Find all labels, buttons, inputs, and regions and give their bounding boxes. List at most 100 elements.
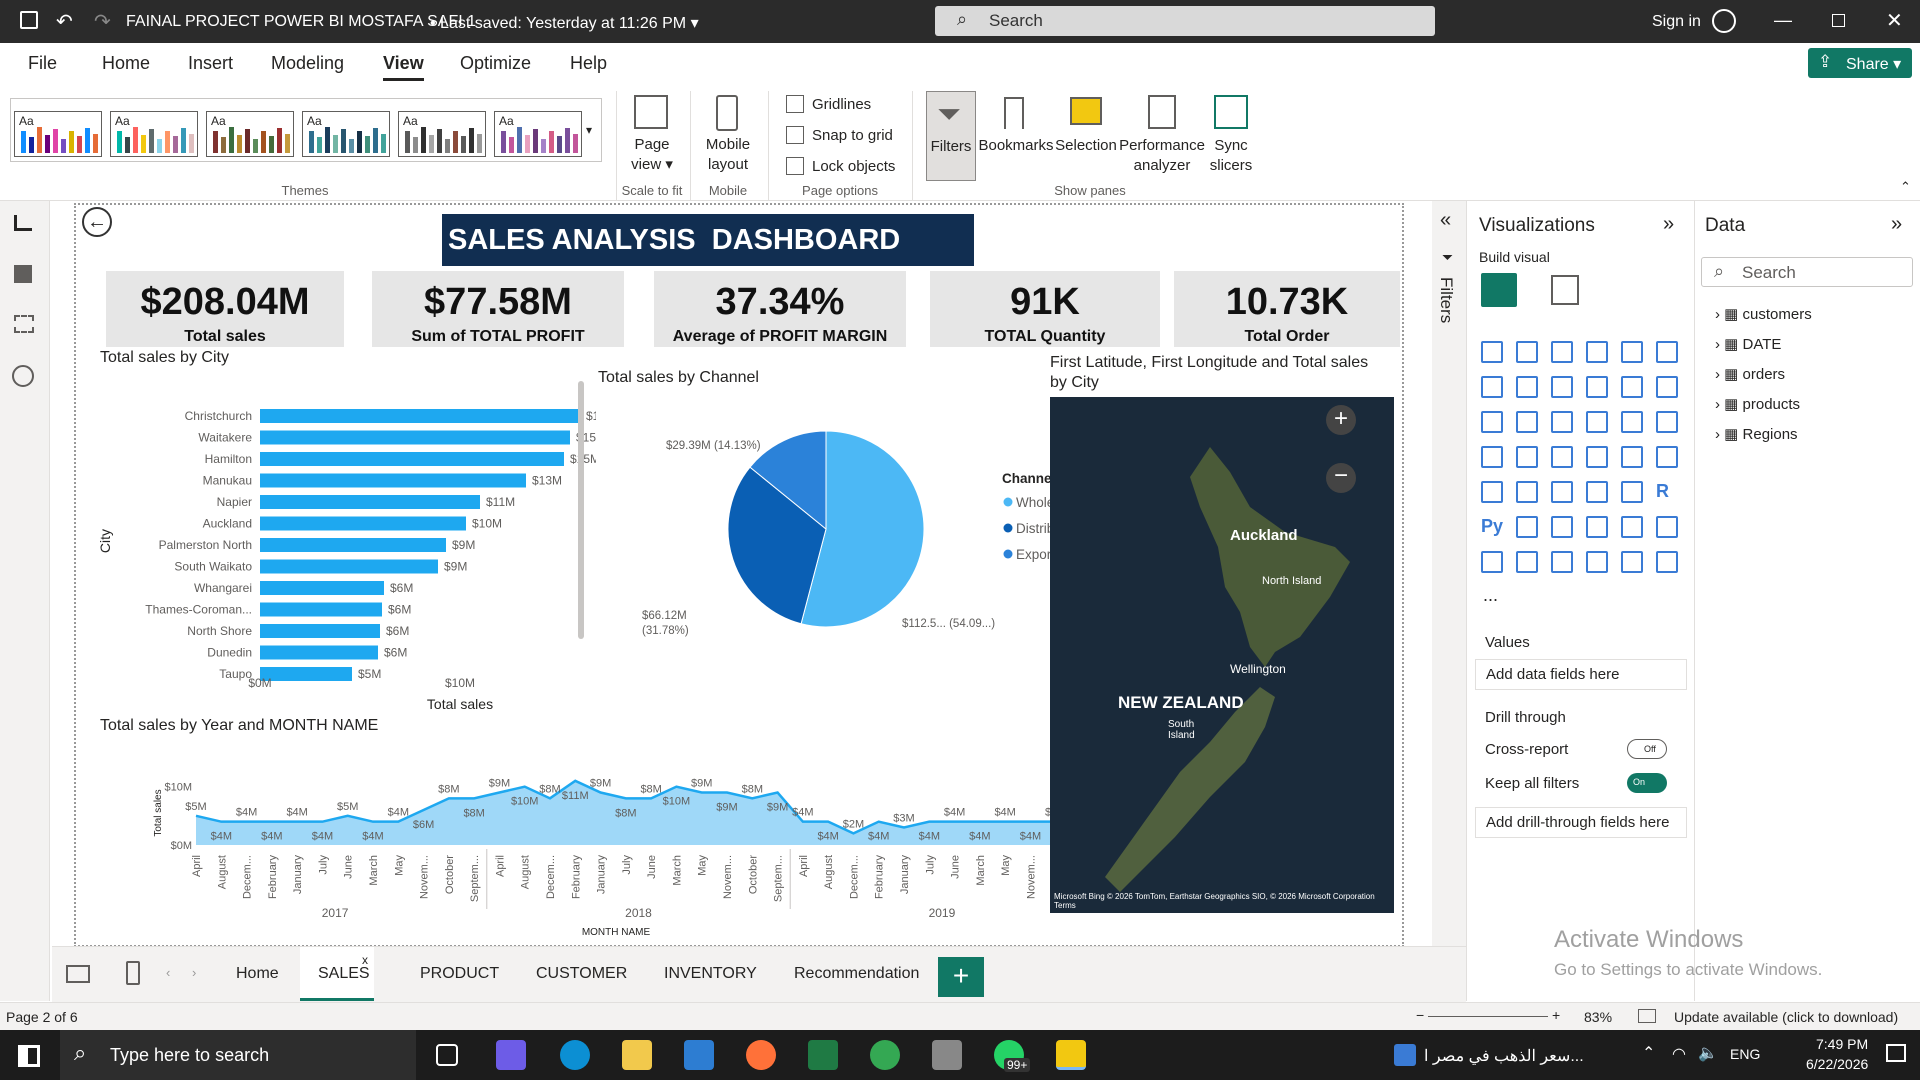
visual-type-icon[interactable] [1551, 446, 1573, 468]
minimize-icon[interactable]: — [1774, 10, 1792, 31]
visual-type-icon[interactable] [1551, 516, 1573, 538]
visual-type-icon[interactable] [1656, 516, 1678, 538]
visual-type-icon[interactable] [1481, 551, 1503, 573]
tab-inventory[interactable]: INVENTORY [664, 965, 757, 983]
page-view-button[interactable]: Page view ▾ [622, 135, 682, 175]
close-icon[interactable]: ✕ [1886, 8, 1903, 33]
visual-type-icon[interactable] [1656, 341, 1678, 363]
visual-type-icon[interactable] [1586, 341, 1608, 363]
visual-type-icon[interactable] [1586, 516, 1608, 538]
windows-start-icon[interactable] [18, 1045, 40, 1067]
table-regions[interactable]: › ▦ Regions [1715, 425, 1798, 443]
visual-type-icon[interactable] [1516, 446, 1538, 468]
task-view-icon[interactable] [436, 1044, 458, 1066]
visual-type-icon[interactable] [1656, 551, 1678, 573]
menu-file[interactable]: File [28, 53, 57, 74]
visual-type-icon[interactable] [1481, 341, 1503, 363]
tab-close-icon[interactable]: x [362, 953, 368, 967]
visual-type-icon[interactable] [1516, 551, 1538, 573]
chrome-icon[interactable] [870, 1040, 900, 1070]
selection-button[interactable]: Selection [1052, 136, 1120, 156]
menu-view[interactable]: View [383, 53, 424, 81]
lock-checkbox[interactable] [786, 157, 804, 175]
year-month-area-chart[interactable]: $5M$4M$4M$4M$4M$4M$5M$4M$4M$6M$8M$8M$9M$… [96, 737, 1086, 938]
share-button[interactable]: ⇪ Share ▾ [1808, 48, 1912, 78]
theme-2[interactable]: Aa [110, 111, 198, 157]
visual-type-icon[interactable] [1621, 551, 1643, 573]
zoom-in-icon[interactable]: + [1326, 405, 1356, 435]
cross-report-toggle[interactable]: Off [1627, 739, 1667, 759]
visual-type-icon[interactable] [1481, 481, 1503, 503]
fit-page-icon[interactable] [1638, 1009, 1656, 1023]
visual-type-icon[interactable] [1656, 446, 1678, 468]
filters-pane-button[interactable]: ⏷ Filters [926, 91, 976, 181]
visual-type-icon[interactable] [1586, 551, 1608, 573]
model-view-icon[interactable] [14, 315, 34, 333]
tab-sales[interactable]: SALES x [300, 947, 374, 1001]
visual-type-icon[interactable] [1621, 516, 1643, 538]
channel-pie-chart[interactable]: $112.5... (54.09...) $66.12M (31.78%) $29.3… [592, 391, 1052, 661]
mobile-layout-icon[interactable] [126, 961, 140, 985]
sign-in-link[interactable]: Sign in [1652, 13, 1701, 31]
tab-recommendation[interactable]: Recommendation [794, 965, 919, 983]
visual-type-icon[interactable] [1551, 481, 1573, 503]
visual-type-icon[interactable] [1551, 551, 1573, 573]
themes-expand-icon[interactable]: ▾ [586, 123, 592, 137]
tab-customer[interactable]: CUSTOMER [536, 965, 627, 983]
data-search-input[interactable]: ⌕ Search [1701, 257, 1913, 287]
visual-type-icon[interactable]: Py [1481, 516, 1503, 538]
app-icon[interactable] [932, 1040, 962, 1070]
network-icon[interactable]: ◠ [1672, 1044, 1686, 1064]
visual-type-icon[interactable] [1481, 446, 1503, 468]
filters-pane-collapsed[interactable]: « ⏷ Filters [1432, 201, 1466, 1001]
edge-icon[interactable] [560, 1040, 590, 1070]
theme-3[interactable]: Aa [206, 111, 294, 157]
news-ticker[interactable]: سعر الذهب في مصر ا... [1424, 1046, 1584, 1066]
map-terms-link[interactable]: Terms [1054, 901, 1076, 910]
tray-chevron-icon[interactable]: ⌃ [1642, 1043, 1655, 1063]
keep-filters-toggle[interactable]: On [1627, 773, 1667, 793]
copilot-icon[interactable] [496, 1040, 526, 1070]
visual-type-icon[interactable] [1621, 446, 1643, 468]
visual-type-icon[interactable] [1516, 411, 1538, 433]
collapse-data-icon[interactable]: » [1891, 213, 1902, 236]
dax-query-icon[interactable] [12, 365, 34, 387]
firefox-icon[interactable] [746, 1040, 776, 1070]
table-view-icon[interactable] [14, 265, 32, 283]
clock-time[interactable]: 7:49 PM [1816, 1036, 1868, 1052]
visual-type-icon[interactable] [1621, 341, 1643, 363]
restore-icon[interactable] [1832, 14, 1845, 27]
collapse-ribbon-icon[interactable]: ⌃ [1900, 179, 1911, 195]
excel-icon[interactable] [808, 1040, 838, 1070]
visual-type-icon[interactable] [1586, 481, 1608, 503]
visual-type-icon[interactable] [1516, 481, 1538, 503]
add-data-fields-well[interactable]: Add data fields here [1475, 659, 1687, 690]
visual-type-icon[interactable] [1481, 376, 1503, 398]
volume-icon[interactable]: 🔈 [1698, 1043, 1718, 1063]
menu-insert[interactable]: Insert [188, 53, 233, 74]
visual-type-icon[interactable] [1551, 411, 1573, 433]
clock-date[interactable]: 6/22/2026 [1806, 1056, 1868, 1072]
theme-4[interactable]: Aa [302, 111, 390, 157]
save-icon[interactable] [20, 11, 38, 29]
table-customers[interactable]: › ▦ customers [1715, 305, 1812, 323]
theme-6[interactable]: Aa [494, 111, 582, 157]
table-orders[interactable]: › ▦ orders [1715, 365, 1785, 383]
visual-type-icon[interactable] [1516, 516, 1538, 538]
table-date[interactable]: › ▦ DATE [1715, 335, 1781, 353]
more-visuals-icon[interactable]: ... [1483, 585, 1498, 606]
expand-filters-icon[interactable]: « [1440, 209, 1451, 232]
menu-help[interactable]: Help [570, 53, 607, 74]
taskbar-search[interactable]: ⌕ Type here to search [60, 1030, 416, 1080]
zoom-out-icon[interactable]: − [1326, 463, 1356, 493]
account-icon[interactable] [1712, 9, 1736, 33]
visual-type-icon[interactable] [1481, 411, 1503, 433]
visual-type-icon[interactable]: R [1656, 481, 1678, 503]
report-view-icon[interactable] [14, 215, 32, 231]
build-visual-tab-icon[interactable] [1481, 273, 1517, 307]
notification-icon[interactable] [1886, 1044, 1906, 1062]
collapse-vis-icon[interactable]: » [1663, 213, 1674, 236]
performance-button[interactable]: Performance analyzer [1118, 136, 1206, 176]
undo-icon[interactable]: ↶ [56, 9, 73, 34]
desktop-layout-icon[interactable] [66, 965, 90, 983]
